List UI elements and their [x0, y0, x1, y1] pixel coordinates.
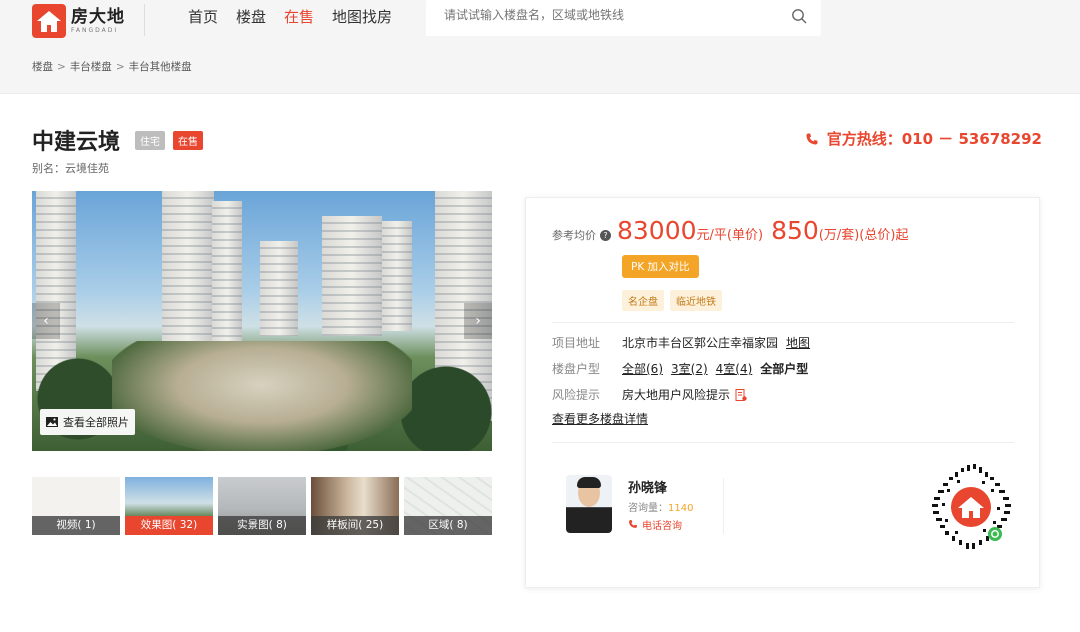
agent-count-label: 咨询量： — [628, 502, 668, 514]
unit-price: 83000 — [617, 216, 697, 245]
next-photo-button[interactable]: › — [464, 303, 492, 339]
thumb-show-flat[interactable]: 样板间( 25) — [311, 477, 399, 535]
layout-4room-link[interactable]: 4室(4) — [716, 360, 753, 377]
nav-on-sale[interactable]: 在售 — [284, 6, 314, 27]
feature-tag: 临近地铁 — [670, 290, 722, 311]
hotline-number[interactable]: 010 － 53678292 — [902, 128, 1042, 149]
risk-key: 风险提示 — [552, 388, 601, 402]
address-value: 北京市丰台区郭公庄幸福家园 — [622, 336, 779, 350]
breadcrumb-item[interactable]: 丰台楼盘 — [70, 61, 112, 73]
layout-all-link[interactable]: 全部(6) — [622, 360, 663, 377]
agent-count-value: 1140 — [668, 502, 694, 514]
logo-subtext: FANGDADI — [71, 27, 119, 34]
site-logo[interactable]: 房大地 FANGDADI — [32, 4, 125, 38]
layout-row: 楼盘户型 全部(6) 3室(2) 4室(4) 全部户型 — [552, 360, 808, 377]
thumb-area-map[interactable]: 区域( 8) — [404, 477, 492, 535]
thumb-label: 视频( 1) — [32, 516, 120, 535]
total-price: 850 — [771, 216, 819, 245]
gallery-thumbs: 视频( 1) 效果图( 32) 实景图( 8) 样板间( 25) 区域( 8) — [32, 477, 492, 535]
agent-name: 孙晓锋 — [628, 480, 668, 496]
feature-tags: 名企盘 临近地铁 — [622, 290, 722, 311]
nav-home[interactable]: 首页 — [188, 6, 218, 27]
add-compare-button[interactable]: PK 加入对比 — [622, 255, 699, 278]
all-layouts-link[interactable]: 全部户型 — [760, 360, 808, 377]
thumb-label: 区域( 8) — [404, 516, 492, 535]
chevron-left-icon: ‹ — [43, 313, 49, 329]
hotline-label: 官方热线： — [826, 130, 902, 148]
main-nav: 首页 楼盘 在售 地图找房 — [188, 6, 392, 27]
mini-program-qr-code[interactable] — [927, 463, 1015, 551]
title-row: 中建云境 住宅 在售 — [32, 124, 204, 156]
unit-price-suffix: 元/平(单价) — [696, 228, 764, 243]
agent-inquiries: 咨询量：1140 — [628, 499, 693, 514]
agent-block: 孙晓锋 咨询量：1140 电话咨询 — [566, 475, 693, 533]
layout-3room-link[interactable]: 3室(2) — [671, 360, 708, 377]
thumb-renderings[interactable]: 效果图( 32) — [125, 477, 213, 535]
page-title: 中建云境 — [32, 130, 121, 155]
thumb-real-photos[interactable]: 实景图( 8) — [218, 477, 306, 535]
map-link[interactable]: 地图 — [786, 334, 810, 351]
top-bar: 房大地 FANGDADI 首页 楼盘 在售 地图找房 楼盘>丰台楼盘>丰台其他楼… — [0, 0, 1080, 94]
phone-icon — [806, 133, 818, 145]
search-icon[interactable] — [791, 8, 807, 24]
layout-key: 楼盘户型 — [552, 362, 601, 376]
thumb-video[interactable]: 视频( 1) — [32, 477, 120, 535]
total-price-suffix: (万/套)(总价)起 — [818, 228, 909, 243]
avatar[interactable] — [566, 475, 612, 533]
address-row: 项目地址 北京市丰台区郭公庄幸福家园 地图 — [552, 334, 810, 351]
divider — [552, 322, 1014, 323]
breadcrumb: 楼盘 > 丰台楼盘 > 丰台其他楼盘 — [32, 61, 192, 73]
risk-row: 风险提示 房大地用户风险提示 — [552, 386, 747, 403]
price-row: 参考均价 ? 83000 元/平(单价) 850 (万/套)(总价)起 — [552, 216, 916, 245]
breadcrumb-item[interactable]: 楼盘 — [32, 61, 53, 73]
help-icon[interactable]: ? — [600, 230, 611, 241]
price-label: 参考均价 — [552, 229, 596, 242]
project-alias: 别名：云境佳苑 — [32, 162, 109, 175]
risk-value[interactable]: 房大地用户风险提示 — [622, 386, 730, 403]
project-info-card: 参考均价 ? 83000 元/平(单价) 850 (万/套)(总价)起 PK 加… — [525, 197, 1040, 588]
logo-divider — [144, 4, 145, 36]
nav-map-search[interactable]: 地图找房 — [332, 6, 392, 27]
search-input[interactable] — [444, 8, 774, 22]
main-photo[interactable]: ‹ › 查看全部照片 — [32, 191, 492, 451]
divider — [723, 478, 724, 534]
phone-consult-label: 电话咨询 — [642, 520, 682, 532]
logo-text: 房大地 — [71, 7, 125, 27]
document-warning-icon[interactable] — [735, 388, 747, 401]
view-all-label: 查看全部照片 — [63, 416, 129, 429]
hotline: 官方热线： 010 － 53678292 — [805, 128, 1042, 149]
logo-house-icon — [32, 4, 66, 38]
breadcrumb-item[interactable]: 丰台其他楼盘 — [129, 61, 192, 73]
more-details-link[interactable]: 查看更多楼盘详情 — [552, 410, 648, 427]
view-all-photos-button[interactable]: 查看全部照片 — [40, 409, 135, 435]
image-icon — [46, 417, 58, 427]
chevron-right-icon: › — [475, 313, 481, 329]
address-key: 项目地址 — [552, 336, 601, 350]
status-badge: 在售 — [173, 130, 204, 150]
phone-icon — [629, 520, 637, 528]
divider — [552, 442, 1014, 443]
prev-photo-button[interactable]: ‹ — [32, 303, 60, 339]
feature-tag: 名企盘 — [622, 290, 664, 311]
search-box — [426, 0, 821, 36]
thumb-label: 样板间( 25) — [311, 516, 399, 535]
thumb-label: 效果图( 32) — [125, 516, 213, 535]
thumb-label: 实景图( 8) — [218, 516, 306, 535]
nav-listings[interactable]: 楼盘 — [236, 6, 266, 27]
phone-consult-button[interactable]: 电话咨询 — [628, 517, 693, 532]
type-badge: 住宅 — [135, 130, 166, 150]
